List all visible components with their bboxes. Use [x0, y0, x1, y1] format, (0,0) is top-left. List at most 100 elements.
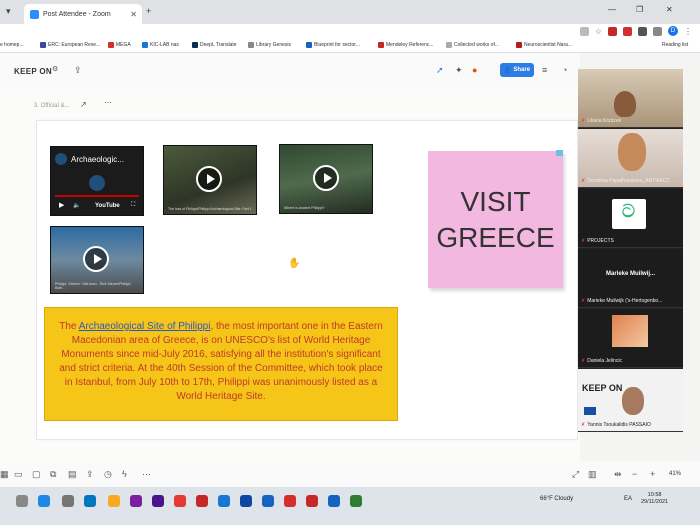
address-bar[interactable]: ☆ D ⋮ [0, 24, 700, 41]
play-icon[interactable] [313, 165, 339, 191]
timer-icon[interactable]: ◔ [562, 65, 567, 75]
participant-tile[interactable]: Marieke Muilwij... ✗ Marieke Muilwijk ('s… [578, 249, 683, 308]
fullscreen-icon[interactable]: ⛶ [131, 202, 135, 209]
teams-icon[interactable] [152, 495, 164, 507]
play-icon[interactable] [83, 246, 109, 272]
extension-icon[interactable] [638, 26, 647, 36]
bookmark[interactable]: Blueprint for sector... [306, 42, 360, 48]
weather-widget[interactable]: 66°F Cloudy [540, 496, 573, 502]
sticky-note[interactable]: VISIT GREECE [428, 151, 563, 288]
timer-icon[interactable]: ◷ [104, 469, 112, 480]
frame-icon[interactable]: ⧉ [50, 469, 56, 480]
bookmark[interactable]: Mendeley Referenc... [378, 42, 434, 48]
extension-icon[interactable] [608, 26, 617, 36]
reading-list[interactable]: Reading list [662, 42, 688, 48]
minimize-icon[interactable]: — [608, 5, 616, 14]
bookmark[interactable]: Library Genesis [248, 42, 291, 48]
taskbar-app-icon[interactable] [62, 495, 74, 507]
taskbar-app-icon[interactable] [262, 495, 274, 507]
taskbar-app-icon[interactable] [130, 495, 142, 507]
avatar[interactable]: ● [472, 65, 477, 75]
extension-icon[interactable] [623, 26, 632, 36]
cursor-icon[interactable]: ➚ [436, 65, 444, 76]
lightning-icon[interactable]: ϟ [122, 469, 127, 479]
mega-icon[interactable] [196, 495, 208, 507]
comment-icon[interactable]: ▢ [32, 469, 41, 480]
text-icon[interactable]: ▭ [14, 469, 23, 480]
screen: ▾ Post Attendee - Zoom ✕ + — ❐ ✕ ☆ D ⋮ e… [0, 0, 700, 525]
bookmark[interactable]: ERC: European Rese... [40, 42, 100, 48]
map-icon[interactable]: ▥ [588, 469, 597, 480]
board-title[interactable]: KEEP ON [14, 67, 52, 76]
fit-screen-icon[interactable]: ⤢ [572, 469, 579, 480]
share-button[interactable]: 👤 Share [500, 63, 534, 77]
taskbar-app-icon[interactable] [174, 495, 186, 507]
video-title: Archaeologic... [71, 155, 124, 164]
zoom-level[interactable]: 41% [669, 471, 681, 477]
more-icon[interactable]: ⋯ [142, 469, 151, 480]
sticky-tag-icon[interactable] [556, 150, 563, 156]
video-card[interactable]: Where is Ancient Philippi? [279, 144, 373, 214]
chrome-icon[interactable] [38, 495, 50, 507]
participant-tile[interactable]: ✗ Daniela Jelincic [578, 309, 683, 368]
play-icon[interactable] [196, 166, 222, 192]
participant-tile[interactable]: KEEP ON ✗ Yannis Tsoukalidis PASSAIO [578, 369, 683, 432]
open-external-icon[interactable]: ↗ [80, 100, 87, 109]
tab-close-icon[interactable]: ✕ [130, 10, 137, 19]
celebrate-icon[interactable]: ✦ [455, 65, 463, 76]
participant-video [618, 133, 646, 171]
windows-start-icon[interactable] [16, 495, 28, 507]
acrobat-icon[interactable] [284, 495, 296, 507]
settings-icon[interactable]: ⚙ [52, 65, 58, 73]
word-icon[interactable] [328, 495, 340, 507]
bookmark[interactable]: KIC-LAB nas [142, 42, 179, 48]
zoom-in-icon[interactable]: + [650, 469, 655, 479]
tab-search-icon[interactable]: ▾ [6, 6, 11, 17]
participant-tile[interactable]: ✗ Dorothea Papathanasiou_ARTIFACT... [578, 129, 683, 188]
tab-zoom[interactable]: Post Attendee - Zoom ✕ [24, 4, 142, 24]
progress-bar[interactable] [55, 195, 139, 197]
card-icon[interactable]: ▤ [68, 469, 77, 480]
video-card[interactable]: Archaeologic... ▶ 🔈 YouTube ⛶ [50, 146, 144, 216]
mic-muted-icon: ✗ [581, 358, 586, 364]
table-icon[interactable]: ▦ [0, 469, 9, 480]
play-icon[interactable]: ▶ [59, 201, 64, 209]
bookmark[interactable]: e homep... [0, 42, 24, 48]
more-dots-icon[interactable]: ⋯ [104, 98, 112, 107]
settings-sliders-icon[interactable]: ≡ [542, 65, 547, 75]
volume-icon[interactable]: 🔈 [73, 202, 80, 209]
profile-avatar[interactable]: D [668, 26, 678, 36]
philippi-link[interactable]: Archaeological Site of Philippi [79, 321, 211, 332]
dropbox-icon[interactable] [240, 495, 252, 507]
upload-icon[interactable]: ⇪ [74, 65, 82, 76]
skype-icon[interactable] [84, 495, 96, 507]
participants-panel: ✗ Liliana Krzdzek ✗ Dorothea Papathanasiou… [578, 69, 683, 432]
menu-dots-icon[interactable]: ⋮ [684, 27, 692, 36]
participant-tile[interactable]: ට ✗ PROJECTS [578, 189, 683, 248]
bookmark[interactable]: Neuroscientist Nara... [516, 42, 572, 48]
maximize-icon[interactable]: ❐ [636, 5, 643, 14]
bookmark[interactable]: MEGA [108, 42, 131, 48]
upload-icon[interactable]: ⇪ [86, 469, 94, 480]
excel-icon[interactable] [350, 495, 362, 507]
taskbar-app-icon[interactable] [218, 495, 230, 507]
text-box[interactable]: The Archaeological Site of Philippi, the… [44, 307, 398, 421]
file-explorer-icon[interactable] [108, 495, 120, 507]
taskbar: 66°F Cloudy EA 10:58 29/11/2021 [0, 487, 700, 525]
clock[interactable]: 10:58 29/11/2021 [641, 492, 668, 506]
close-window-icon[interactable]: ✕ [666, 5, 673, 14]
powerpoint-icon[interactable] [306, 495, 318, 507]
fit-width-icon[interactable]: ⇹ [614, 469, 622, 480]
participant-tile[interactable]: ✗ Liliana Krzdzek [578, 69, 683, 128]
zoom-out-icon[interactable]: − [632, 469, 637, 479]
bookmark[interactable]: DeepL Translate [192, 42, 237, 48]
share-page-icon[interactable] [579, 26, 589, 36]
star-icon[interactable]: ☆ [595, 27, 602, 36]
video-card[interactable]: Philippi, Greece: Visit town - Rick Stev… [50, 226, 144, 294]
video-card[interactable]: The loss of Philippi/Philippi Archaeolog… [163, 145, 257, 215]
new-tab-icon[interactable]: + [146, 6, 151, 16]
puzzle-icon[interactable] [653, 26, 662, 36]
language-indicator[interactable]: EA [624, 496, 632, 502]
bookmark[interactable]: Collected works of... [446, 42, 499, 48]
frame-label[interactable]: 3. Official &... [34, 103, 70, 109]
